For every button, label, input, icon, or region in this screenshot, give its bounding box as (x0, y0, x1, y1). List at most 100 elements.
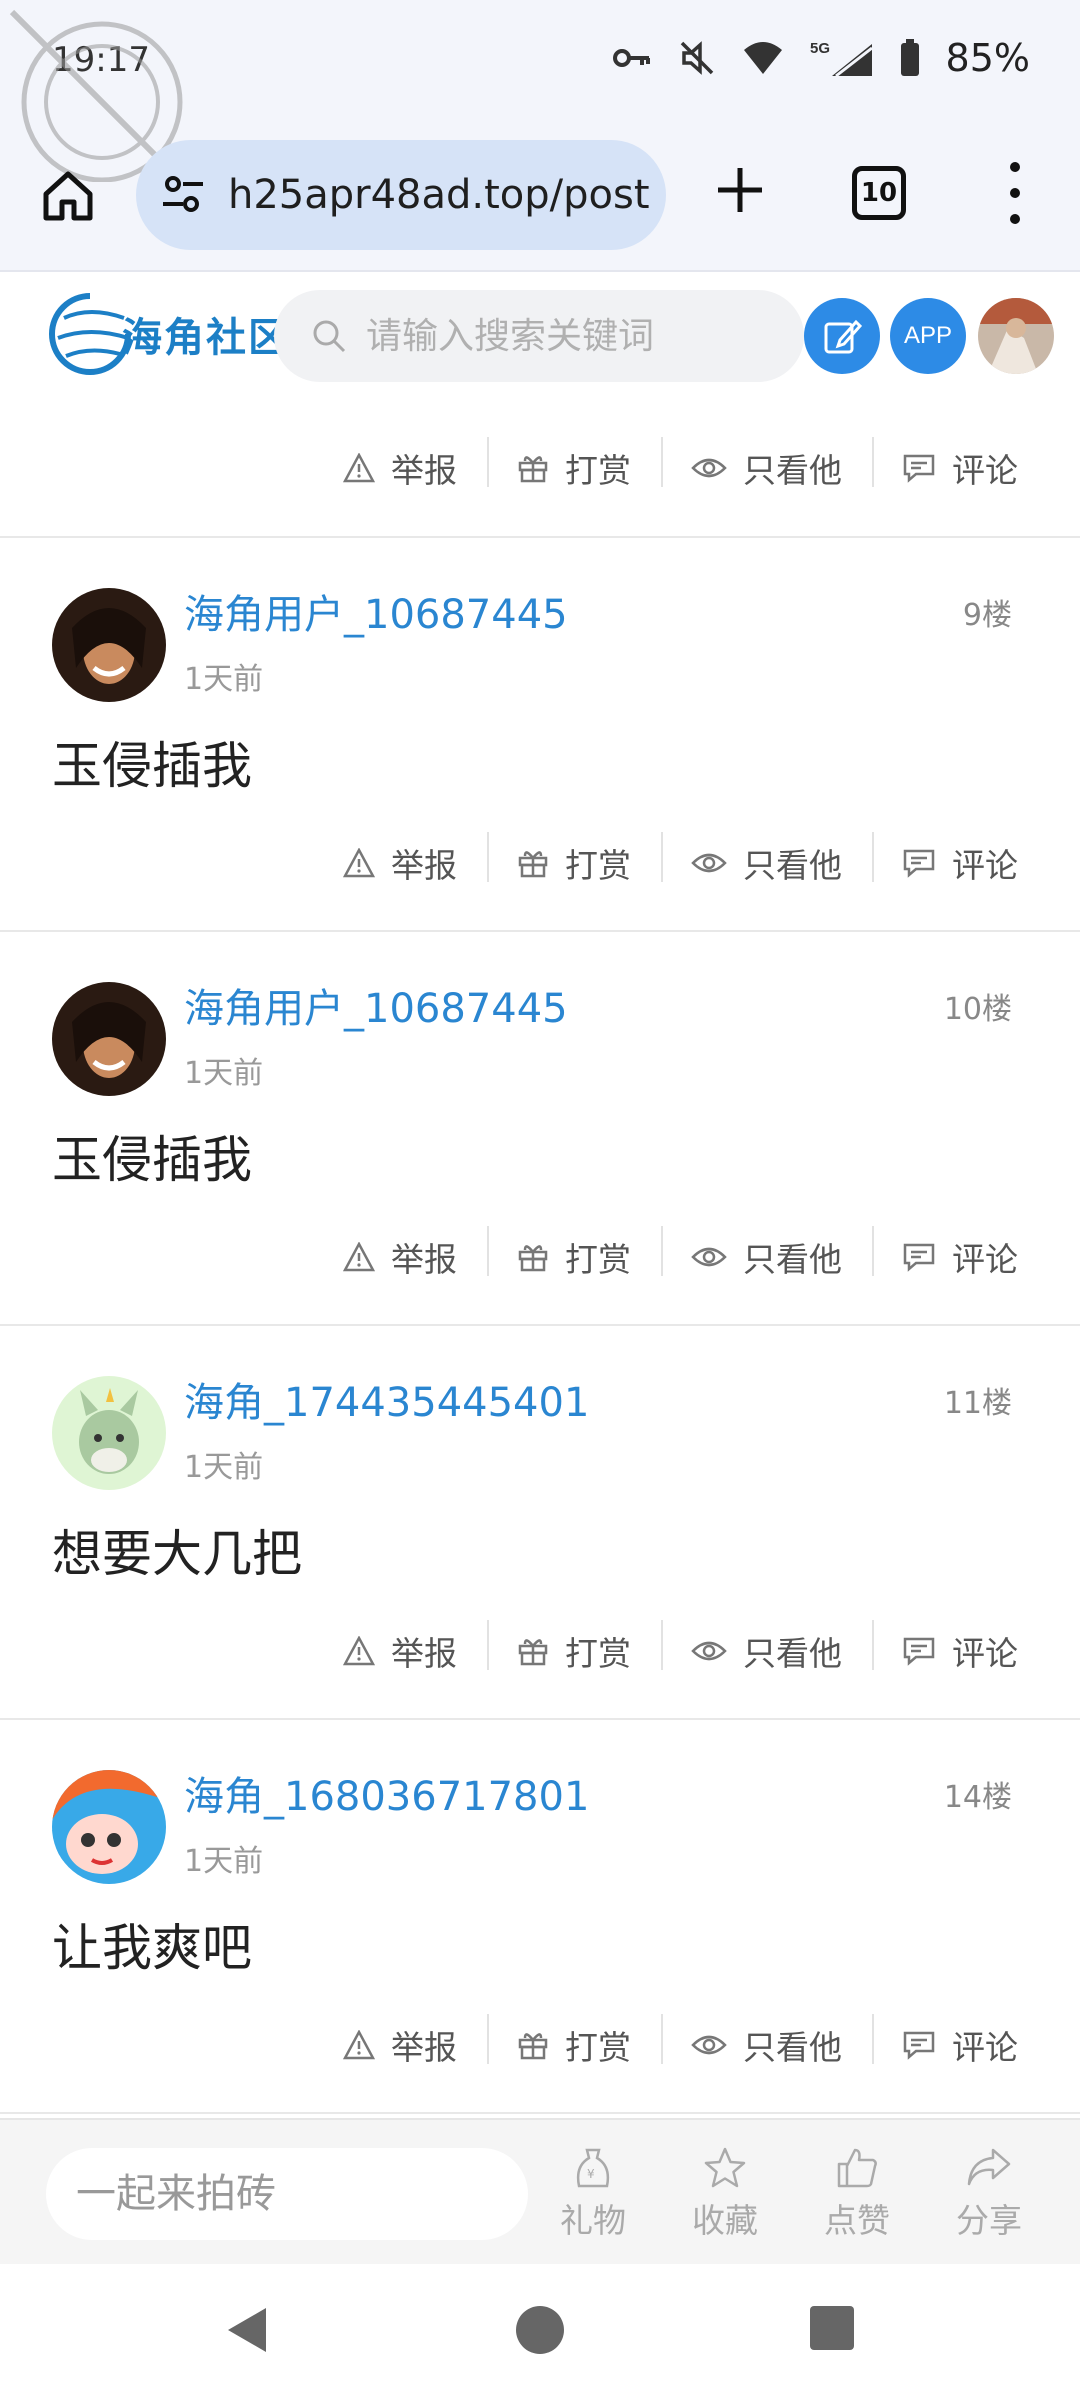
share-icon (967, 2148, 1011, 2186)
post-item: 海角_174435445401 1天前 11楼 想要大几把 举报 打赏 只看他 … (0, 1326, 1080, 1720)
action-bar: 举报 打赏 只看他 评论 (0, 1582, 1080, 1720)
report-button[interactable]: 举报 (313, 1233, 487, 1281)
star-icon (704, 2147, 746, 2188)
post-content: 想要大几把 (52, 1525, 302, 1583)
url-text[interactable]: h25apr48ad.top/post (228, 172, 650, 218)
logo-text: 海角社区 (122, 314, 290, 361)
report-button[interactable]: 举报 (313, 1627, 487, 1675)
post-avatar[interactable] (52, 1376, 166, 1490)
home-circle-icon[interactable] (514, 2304, 566, 2356)
post-item: 海角用户_10687445 1天前 10楼 玉侵插我 举报 打赏 只看他 评论 (0, 932, 1080, 1326)
post-item: 海角_168036717801 1天前 14楼 让我爽吧 举报 打赏 只看他 评… (0, 1720, 1080, 2114)
reward-button[interactable]: 打赏 (487, 1226, 661, 1281)
post-username[interactable]: 海角_174435445401 (184, 1370, 589, 1428)
action-bar: 举报 打赏 只看他 评论 (0, 400, 1080, 538)
status-icons: 5G 85% (612, 36, 1030, 80)
key-icon (612, 43, 652, 73)
site-logo[interactable]: 海角社区 (44, 288, 290, 380)
report-button[interactable]: 举报 (313, 444, 487, 492)
eye-icon (691, 1641, 727, 1661)
reward-button[interactable]: 打赏 (487, 437, 661, 492)
gift-icon (518, 2033, 548, 2060)
only-him-button[interactable]: 只看他 (661, 2014, 872, 2069)
eye-icon (691, 853, 727, 873)
report-button[interactable]: 举报 (313, 839, 487, 887)
search-input[interactable] (366, 315, 786, 357)
wifi-icon (742, 40, 784, 76)
comment-button[interactable]: 评论 (872, 1226, 1018, 1281)
comment-icon (903, 1637, 935, 1666)
home-icon[interactable] (38, 166, 98, 226)
user-avatar[interactable] (978, 298, 1054, 374)
comment-box[interactable] (46, 2148, 528, 2240)
warning-icon (343, 1242, 375, 1272)
only-him-button[interactable]: 只看他 (661, 832, 872, 887)
warning-icon (343, 453, 375, 483)
gift-icon (518, 1639, 548, 1666)
back-icon[interactable] (222, 2304, 272, 2356)
post-content: 玉侵插我 (52, 1131, 252, 1189)
only-him-button[interactable]: 只看他 (661, 1620, 872, 1675)
reply-bar: ¥ 礼物 收藏 点赞 分享 (0, 2118, 1080, 2264)
battery-icon (900, 39, 920, 77)
edit-icon (824, 319, 862, 354)
tab-count: 10 (860, 178, 898, 208)
comment-button[interactable]: 评论 (872, 1620, 1018, 1675)
mute-icon (678, 39, 716, 77)
svg-text:¥: ¥ (587, 2167, 595, 2181)
post-floor: 11楼 (943, 1386, 1012, 1421)
post-time: 1天前 (184, 1056, 264, 1091)
post-floor: 14楼 (943, 1780, 1012, 1815)
post-content: 玉侵插我 (52, 737, 252, 795)
only-him-button[interactable]: 只看他 (661, 437, 872, 492)
gift-button[interactable]: ¥ 礼物 (538, 2146, 648, 2242)
recents-icon[interactable] (808, 2304, 856, 2352)
post-item: 海角用户_10687445 1天前 9楼 玉侵插我 举报 打赏 只看他 评论 (0, 538, 1080, 932)
address-bar[interactable]: h25apr48ad.top/post (136, 140, 666, 250)
favorite-button[interactable]: 收藏 (670, 2146, 780, 2242)
post-time: 1天前 (184, 662, 264, 697)
comment-icon (903, 849, 935, 878)
report-button[interactable]: 举报 (313, 2021, 487, 2069)
post-avatar[interactable] (52, 982, 166, 1096)
post-avatar[interactable] (52, 1770, 166, 1884)
site-header: 海角社区 APP (0, 274, 1080, 400)
app-button[interactable]: APP (890, 298, 966, 374)
more-icon[interactable] (1000, 158, 1030, 228)
battery-level: 85% (945, 36, 1030, 80)
reward-button[interactable]: 打赏 (487, 1620, 661, 1675)
eye-icon (691, 458, 727, 478)
action-bar: 举报 打赏 只看他 评论 (0, 794, 1080, 932)
share-button[interactable]: 分享 (934, 2146, 1044, 2242)
eye-icon (691, 2035, 727, 2055)
comment-input[interactable] (76, 2171, 496, 2217)
comment-icon (903, 1243, 935, 1272)
comment-icon (903, 2031, 935, 2060)
tune-icon[interactable] (158, 170, 208, 220)
reward-button[interactable]: 打赏 (487, 2014, 661, 2069)
gift-icon (518, 851, 548, 878)
action-bar: 举报 打赏 只看他 评论 (0, 1188, 1080, 1326)
gift-icon (518, 456, 548, 483)
gift-icon (518, 1245, 548, 1272)
post-username[interactable]: 海角用户_10687445 (184, 582, 568, 640)
post-username[interactable]: 海角_168036717801 (184, 1764, 589, 1822)
post-username[interactable]: 海角用户_10687445 (184, 976, 568, 1034)
plus-icon[interactable] (710, 160, 770, 220)
post-avatar[interactable] (52, 588, 166, 702)
comment-button[interactable]: 评论 (872, 832, 1018, 887)
eye-icon (691, 1247, 727, 1267)
post-floor: 10楼 (943, 992, 1012, 1027)
search-box[interactable] (274, 290, 804, 382)
like-button[interactable]: 点赞 (802, 2146, 912, 2242)
post-floor: 9楼 (962, 598, 1012, 633)
tabs-icon[interactable]: 10 (852, 166, 906, 220)
only-him-button[interactable]: 只看他 (661, 1226, 872, 1281)
comment-icon (903, 454, 935, 483)
edit-button[interactable] (804, 298, 880, 374)
warning-icon (343, 2030, 375, 2060)
comment-button[interactable]: 评论 (872, 437, 1018, 492)
system-nav-bar (0, 2264, 1080, 2400)
reward-button[interactable]: 打赏 (487, 832, 661, 887)
comment-button[interactable]: 评论 (872, 2014, 1018, 2069)
